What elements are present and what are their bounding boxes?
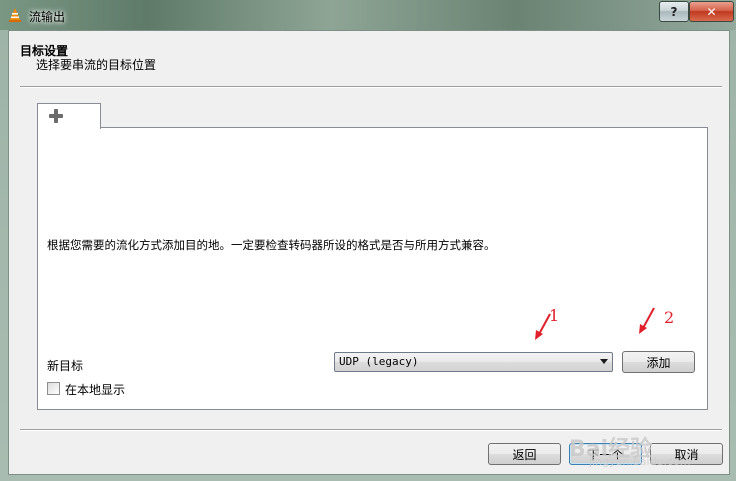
title-bar[interactable]: 流输出 ? ✕ [0,0,736,30]
window-title: 流输出 [29,10,66,24]
annotation-arrow-1-icon [535,313,551,340]
tab-pane: 根据您需要的流化方式添加目的地。一定要检查转码器所设的格式是否与所用方式兼容。 … [37,127,708,410]
show-local-label: 在本地显示 [65,383,126,397]
wizard-header: 目标设置 选择要串流的目标位置 [9,31,729,87]
vlc-cone-icon [9,8,21,22]
dialog-client-area: 目标设置 选择要串流的目标位置 根据您需要的流化方式添加目的地。一定要检查转码器… [8,30,730,475]
annotation-number-2: 2 [664,308,675,327]
tab-add-destination[interactable] [37,103,101,129]
new-target-label: 新目标 [47,359,84,373]
window-frame: 流输出 ? ✕ 目标设置 选择要串流的目标位置 根据您需要的流化方式添加目的地。… [0,0,736,481]
target-type-select[interactable]: UDP (legacy) [334,352,613,372]
show-local-checkbox[interactable] [47,382,60,395]
back-button[interactable]: 返回 [488,443,561,465]
target-type-value: UDP (legacy) [339,355,419,368]
help-button[interactable]: ? [659,1,689,22]
close-button[interactable]: ✕ [689,1,734,22]
chevron-down-icon [600,359,608,364]
header-divider [20,86,722,88]
annotation-arrow-2-icon [639,307,655,334]
description-text: 根据您需要的流化方式添加目的地。一定要检查转码器所设的格式是否与所用方式兼容。 [47,238,496,252]
page-subtitle: 选择要串流的目标位置 [36,58,157,72]
add-button[interactable]: 添加 [622,351,695,373]
plus-icon [49,109,63,123]
watermark-url: jingyan.baidu.com [589,455,691,468]
